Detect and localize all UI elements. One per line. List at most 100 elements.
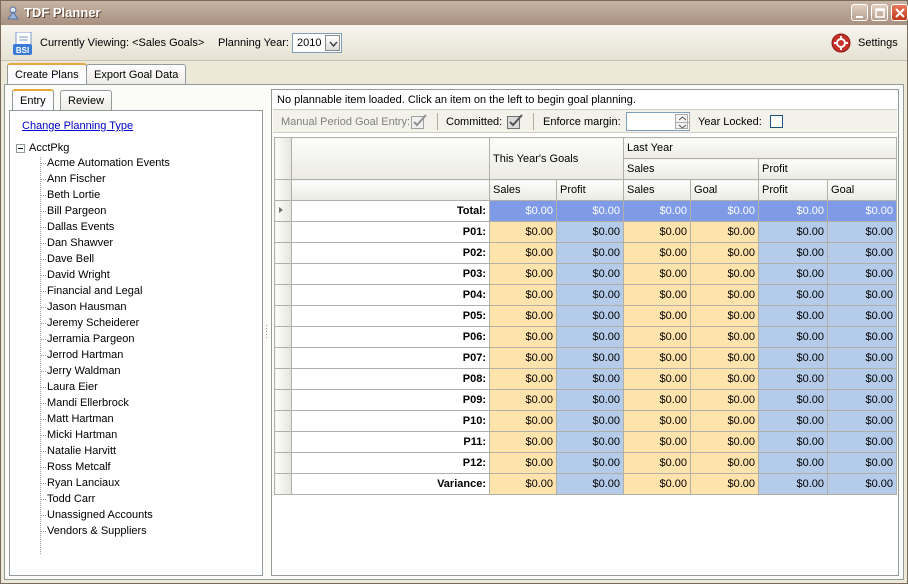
- row-header[interactable]: [274, 326, 292, 348]
- grid-cell[interactable]: $0.00: [690, 221, 760, 243]
- grid-cell[interactable]: $0.00: [555, 221, 625, 243]
- maximize-button[interactable]: [871, 4, 888, 21]
- tree-item[interactable]: Beth Lortie: [40, 187, 170, 203]
- grid-cell[interactable]: $0.00: [758, 410, 829, 432]
- tree-root-label[interactable]: AcctPkg: [29, 142, 69, 154]
- last-year-profit-goal-column-header[interactable]: Goal: [827, 179, 898, 201]
- grid-cell[interactable]: $0.00: [555, 242, 625, 264]
- this-year-profit-column-header[interactable]: Profit: [555, 179, 625, 201]
- grid-cell[interactable]: $0.00: [758, 200, 829, 222]
- row-header[interactable]: [274, 284, 292, 306]
- row-header[interactable]: [274, 242, 292, 264]
- grid-cell[interactable]: $0.00: [623, 347, 692, 369]
- grid-cell[interactable]: $0.00: [489, 473, 557, 495]
- committed-checkbox[interactable]: [507, 114, 524, 129]
- grid-cell[interactable]: $0.00: [758, 284, 829, 306]
- tree-item[interactable]: Jerry Waldman: [40, 363, 170, 379]
- row-header[interactable]: [274, 473, 292, 495]
- grid-cell[interactable]: $0.00: [690, 326, 760, 348]
- grid-cell[interactable]: $0.00: [827, 473, 898, 495]
- grid-cell[interactable]: $0.00: [489, 326, 557, 348]
- grid-cell[interactable]: $0.00: [489, 347, 557, 369]
- grid-cell[interactable]: $0.00: [690, 263, 760, 285]
- grid-cell[interactable]: $0.00: [555, 410, 625, 432]
- grid-cell[interactable]: $0.00: [623, 221, 692, 243]
- grid-cell[interactable]: $0.00: [690, 284, 760, 306]
- tab-export-goal-data[interactable]: Export Goal Data: [86, 64, 187, 85]
- grid-cell[interactable]: $0.00: [758, 452, 829, 474]
- grid-cell[interactable]: $0.00: [758, 389, 829, 411]
- row-header[interactable]: [274, 347, 292, 369]
- last-year-sales-column-header[interactable]: Sales: [623, 179, 692, 201]
- tree-item[interactable]: Dan Shawver: [40, 235, 170, 251]
- grid-cell[interactable]: $0.00: [758, 347, 829, 369]
- tree-item[interactable]: Jason Hausman: [40, 299, 170, 315]
- grid-cell[interactable]: $0.00: [489, 221, 557, 243]
- grid-cell[interactable]: $0.00: [489, 263, 557, 285]
- grid-cell[interactable]: $0.00: [623, 200, 692, 222]
- grid-cell[interactable]: $0.00: [827, 431, 898, 453]
- grid-cell[interactable]: $0.00: [489, 431, 557, 453]
- enforce-margin-input[interactable]: [626, 112, 690, 131]
- grid-cell[interactable]: $0.00: [623, 242, 692, 264]
- splitter-grip-icon[interactable]: [265, 325, 268, 339]
- row-header[interactable]: [274, 368, 292, 390]
- tree-item[interactable]: Matt Hartman: [40, 411, 170, 427]
- grid-cell[interactable]: $0.00: [489, 200, 557, 222]
- grid-cell[interactable]: $0.00: [555, 326, 625, 348]
- grid-cell[interactable]: $0.00: [489, 389, 557, 411]
- grid-cell[interactable]: $0.00: [690, 347, 760, 369]
- row-header[interactable]: [274, 410, 292, 432]
- grid-cell[interactable]: $0.00: [555, 431, 625, 453]
- grid-cell[interactable]: $0.00: [555, 305, 625, 327]
- grid-cell[interactable]: $0.00: [690, 389, 760, 411]
- grid-cell[interactable]: $0.00: [690, 305, 760, 327]
- row-header[interactable]: [274, 431, 292, 453]
- tree-item[interactable]: Financial and Legal: [40, 283, 170, 299]
- grid-cell[interactable]: $0.00: [489, 242, 557, 264]
- grid-cell[interactable]: $0.00: [827, 368, 898, 390]
- year-locked-checkbox[interactable]: [770, 115, 783, 128]
- tab-review[interactable]: Review: [60, 90, 113, 111]
- grid-cell[interactable]: $0.00: [827, 305, 898, 327]
- grid-cell[interactable]: $0.00: [555, 284, 625, 306]
- grid-cell[interactable]: $0.00: [555, 452, 625, 474]
- grid-cell[interactable]: $0.00: [758, 242, 829, 264]
- grid-cell[interactable]: $0.00: [827, 263, 898, 285]
- tree-item[interactable]: David Wright: [40, 267, 170, 283]
- spinner-arrows-icon[interactable]: [675, 114, 689, 129]
- grid-cell[interactable]: $0.00: [758, 263, 829, 285]
- collapse-icon[interactable]: [16, 144, 25, 153]
- grid-cell[interactable]: $0.00: [758, 368, 829, 390]
- grid-cell[interactable]: $0.00: [690, 431, 760, 453]
- tree-item[interactable]: Natalie Harvitt: [40, 443, 170, 459]
- grid-cell[interactable]: $0.00: [623, 431, 692, 453]
- grid-cell[interactable]: $0.00: [623, 326, 692, 348]
- tree-item[interactable]: Micki Hartman: [40, 427, 170, 443]
- grid-cell[interactable]: $0.00: [690, 452, 760, 474]
- tree-item[interactable]: Todd Carr: [40, 491, 170, 507]
- grid-cell[interactable]: $0.00: [827, 326, 898, 348]
- grid-cell[interactable]: $0.00: [690, 200, 760, 222]
- tree-item[interactable]: Ryan Lanciaux: [40, 475, 170, 491]
- chevron-down-icon[interactable]: [325, 35, 340, 51]
- grid-cell[interactable]: $0.00: [827, 452, 898, 474]
- grid-cell[interactable]: $0.00: [690, 473, 760, 495]
- current-row-indicator[interactable]: [274, 200, 292, 222]
- grid-cell[interactable]: $0.00: [690, 242, 760, 264]
- grid-cell[interactable]: $0.00: [555, 473, 625, 495]
- grid-cell[interactable]: $0.00: [489, 452, 557, 474]
- grid-cell[interactable]: $0.00: [827, 410, 898, 432]
- tree-item[interactable]: Acme Automation Events: [40, 155, 170, 171]
- grid-cell[interactable]: $0.00: [827, 242, 898, 264]
- grid-cell[interactable]: $0.00: [623, 473, 692, 495]
- grid-cell[interactable]: $0.00: [827, 221, 898, 243]
- last-year-sales-goal-column-header[interactable]: Goal: [690, 179, 760, 201]
- planning-year-select[interactable]: 2010: [292, 33, 342, 53]
- grid-cell[interactable]: $0.00: [623, 263, 692, 285]
- grid-cell[interactable]: $0.00: [489, 284, 557, 306]
- grid-cell[interactable]: $0.00: [758, 431, 829, 453]
- grid-cell[interactable]: $0.00: [690, 368, 760, 390]
- grid-cell[interactable]: $0.00: [489, 305, 557, 327]
- tree-item[interactable]: Jerramia Pargeon: [40, 331, 170, 347]
